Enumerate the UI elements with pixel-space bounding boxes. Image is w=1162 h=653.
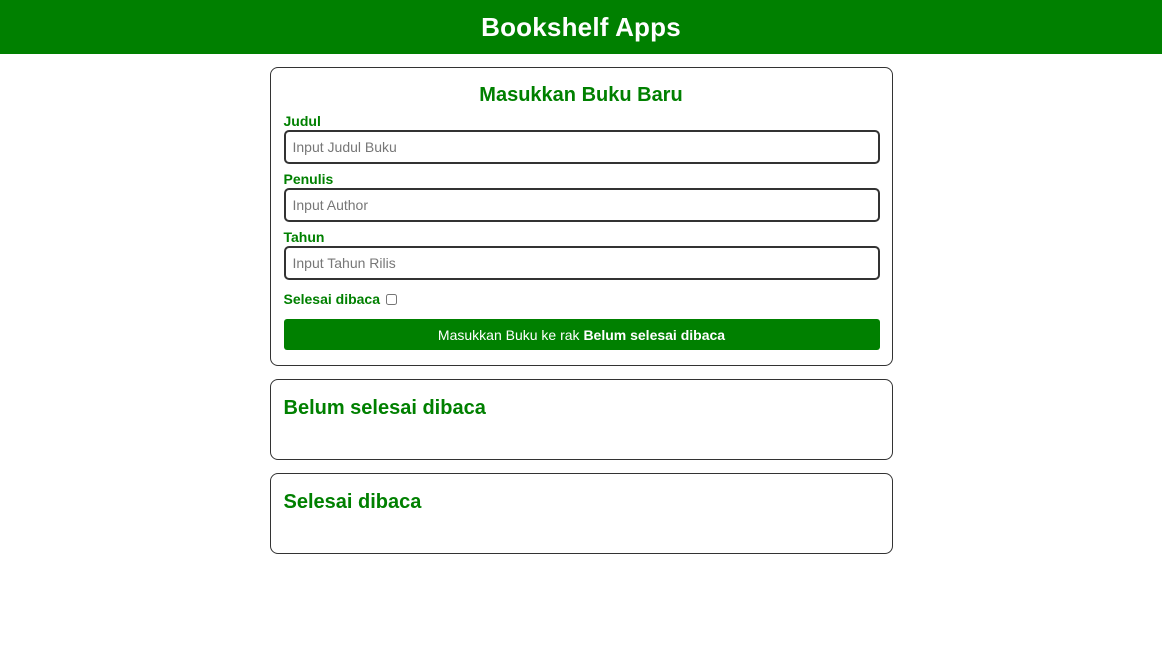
input-book-form: Judul Penulis Tahun Selesai dibaca Masuk… — [283, 113, 880, 350]
complete-shelf-title: Selesai dibaca — [283, 491, 422, 513]
app-title: Bookshelf Apps — [481, 11, 681, 42]
incomplete-shelf-title: Belum selesai dibaca — [283, 397, 486, 419]
incomplete-bookshelf: Belum selesai dibaca — [269, 379, 893, 460]
author-label: Penulis — [283, 171, 334, 187]
year-input[interactable] — [283, 246, 880, 280]
input-section-title: Masukkan Buku Baru — [479, 84, 683, 106]
complete-checkbox-row: Selesai dibaca — [284, 290, 879, 308]
complete-checkbox[interactable] — [386, 293, 398, 305]
submit-button-shelf: Belum selesai dibaca — [583, 326, 726, 343]
complete-checkbox-label[interactable]: Selesai dibaca — [284, 291, 381, 307]
title-label: Judul — [283, 113, 321, 129]
submit-book-button[interactable]: Masukkan Buku ke rak Belum selesai dibac… — [283, 319, 880, 350]
author-input[interactable] — [283, 188, 880, 222]
input-book-section: Masukkan Buku Baru Judul Penulis Tahun S… — [269, 67, 893, 366]
year-label: Tahun — [283, 229, 325, 245]
title-input[interactable] — [283, 130, 880, 164]
complete-bookshelf: Selesai dibaca — [269, 473, 893, 554]
app-header: Bookshelf Apps — [0, 0, 1162, 54]
main-content: Masukkan Buku Baru Judul Penulis Tahun S… — [269, 67, 893, 554]
submit-button-prefix: Masukkan Buku ke rak — [437, 326, 584, 343]
